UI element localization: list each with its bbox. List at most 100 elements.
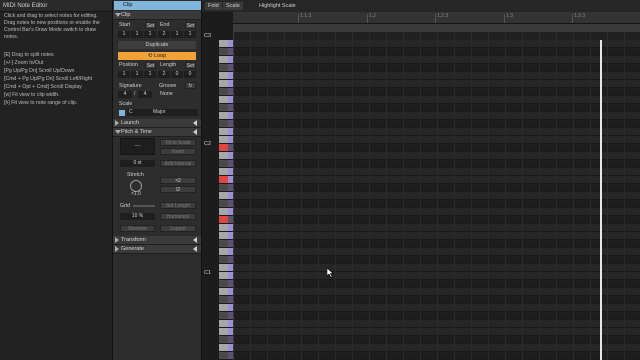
info-line: [w] Fit view to clip width. (4, 92, 60, 98)
start-bar-field[interactable]: 1 (118, 31, 130, 38)
signature-numerator-field[interactable]: 4 (118, 91, 132, 98)
arrow-left-icon (193, 246, 197, 252)
stretch-half-button[interactable]: /2 (160, 186, 196, 193)
reverse-button[interactable]: Reverse (120, 225, 155, 232)
fit-to-scale-button[interactable]: Fit to Scale (160, 139, 196, 146)
highlight-scale-button[interactable]: Highlight Scale (256, 2, 299, 10)
grid-line (386, 32, 387, 360)
ruler-tick: 1.2 (369, 13, 376, 19)
grid-line (522, 32, 523, 360)
start-sixteenth-field[interactable]: 1 (144, 31, 156, 38)
ruler-tick: 1.1.3 (300, 13, 312, 19)
signature-denominator-field[interactable]: 4 (138, 91, 152, 98)
ruler-tick-line (572, 14, 573, 23)
length-set-button[interactable]: Set (185, 62, 196, 69)
grid-line (607, 32, 608, 360)
arrow-left-icon (193, 120, 197, 126)
generate-section-label: Generate (121, 246, 144, 252)
scale-toggle[interactable] (119, 110, 125, 116)
grid-line (335, 32, 336, 360)
length-sixteenth-field[interactable]: 0 (184, 71, 196, 78)
humanize-button[interactable]: Humanize (160, 213, 196, 220)
transpose-field[interactable]: 0 st (120, 160, 155, 167)
ruler-tick-line (504, 14, 505, 23)
fold-button[interactable]: Fold (205, 2, 222, 10)
position-label: Position (119, 62, 138, 68)
set-length-button[interactable]: Set Length (160, 202, 196, 209)
end-label: End (160, 22, 170, 28)
grid-slider[interactable] (133, 205, 155, 207)
grid-line (267, 32, 268, 360)
scale-root-select[interactable]: C (127, 109, 151, 116)
key-label-c3: C3 (204, 33, 212, 39)
info-panel: MIDI Note Editor Click and drag to selec… (0, 0, 113, 360)
piano-keyboard[interactable] (219, 40, 233, 360)
grid-line (301, 32, 302, 360)
clip-section-label: Clip (121, 12, 131, 18)
grid-label: Grid (120, 203, 131, 209)
grid-line (454, 32, 455, 360)
groove-label: Groove (159, 83, 177, 89)
grid-line (488, 32, 489, 360)
position-beat-field[interactable]: 1 (131, 71, 143, 78)
humanize-amount-field[interactable]: 10 % (120, 213, 155, 220)
add-interval-button[interactable]: Add Interval (160, 160, 196, 167)
info-line: [E] Drag to split notes (4, 52, 54, 58)
pitch-time-section-header[interactable]: Pitch & Time (113, 128, 201, 137)
ruler-tick-line (435, 14, 436, 23)
clip-end-marker (600, 40, 602, 360)
signature-label: Signature (119, 83, 142, 89)
key-label-c2: C2 (204, 141, 212, 147)
grid-line (539, 32, 540, 360)
grid-line (505, 32, 506, 360)
grid-line (556, 32, 557, 360)
scale-button[interactable]: Scale (223, 2, 243, 10)
position-bar-field[interactable]: 1 (118, 71, 130, 78)
signature-slash: / (134, 91, 136, 97)
clip-tab[interactable]: Clip (114, 1, 201, 10)
info-line: [h] Fit view to note range of clip. (4, 100, 78, 106)
invert-button[interactable]: Invert (160, 148, 196, 155)
groove-hot-swap-button[interactable]: ↻ (185, 82, 196, 89)
mouse-cursor-icon (327, 268, 335, 278)
info-line: [+/-] Zoom In/Out (4, 60, 44, 66)
loop-brace-strip[interactable] (233, 24, 640, 32)
start-set-button[interactable]: Set (145, 22, 156, 29)
grid-line (369, 32, 370, 360)
info-line: [Cmd + Opt + Cmd] Scroll Display (4, 84, 82, 90)
info-line: [Pg Up/Pg Dn] Scroll Up/Down (4, 68, 75, 74)
loop-button[interactable]: ⟲ Loop (118, 52, 196, 60)
position-set-button[interactable]: Set (145, 62, 156, 69)
clip-section-header[interactable]: Clip (113, 11, 201, 20)
grid-line (471, 32, 472, 360)
groove-value[interactable]: None (160, 91, 173, 97)
grid-line (420, 32, 421, 360)
stretch-double-button[interactable]: ×2 (160, 177, 196, 184)
end-set-button[interactable]: Set (185, 22, 196, 29)
length-bar-field[interactable]: 2 (158, 71, 170, 78)
grid-line (624, 32, 625, 360)
generate-section-header[interactable]: Generate (113, 245, 201, 254)
end-beat-field[interactable]: 1 (171, 31, 183, 38)
grid-line (573, 32, 574, 360)
start-beat-field[interactable]: 1 (131, 31, 143, 38)
transform-section-label: Transform (121, 237, 146, 243)
length-beat-field[interactable]: 0 (171, 71, 183, 78)
end-sixteenth-field[interactable]: 1 (184, 31, 196, 38)
key-label-c1: C1 (204, 270, 212, 276)
info-title: MIDI Note Editor (3, 3, 48, 9)
launch-section-header[interactable]: Launch (113, 119, 201, 128)
grid-line (284, 32, 285, 360)
pitch-display: — (120, 138, 155, 155)
duplicate-button[interactable]: Duplicate (118, 41, 196, 49)
arrow-left-icon (193, 237, 197, 243)
note-grid[interactable] (233, 32, 640, 360)
transform-section-header[interactable]: Transform (113, 236, 201, 245)
scale-label: Scale (119, 101, 133, 107)
ruler-tick: 1.2.3 (437, 13, 449, 19)
legato-button[interactable]: Legato (160, 225, 196, 232)
end-bar-field[interactable]: 2 (158, 31, 170, 38)
scale-name-select[interactable]: Major (151, 109, 198, 116)
grid-line (590, 32, 591, 360)
position-sixteenth-field[interactable]: 1 (144, 71, 156, 78)
